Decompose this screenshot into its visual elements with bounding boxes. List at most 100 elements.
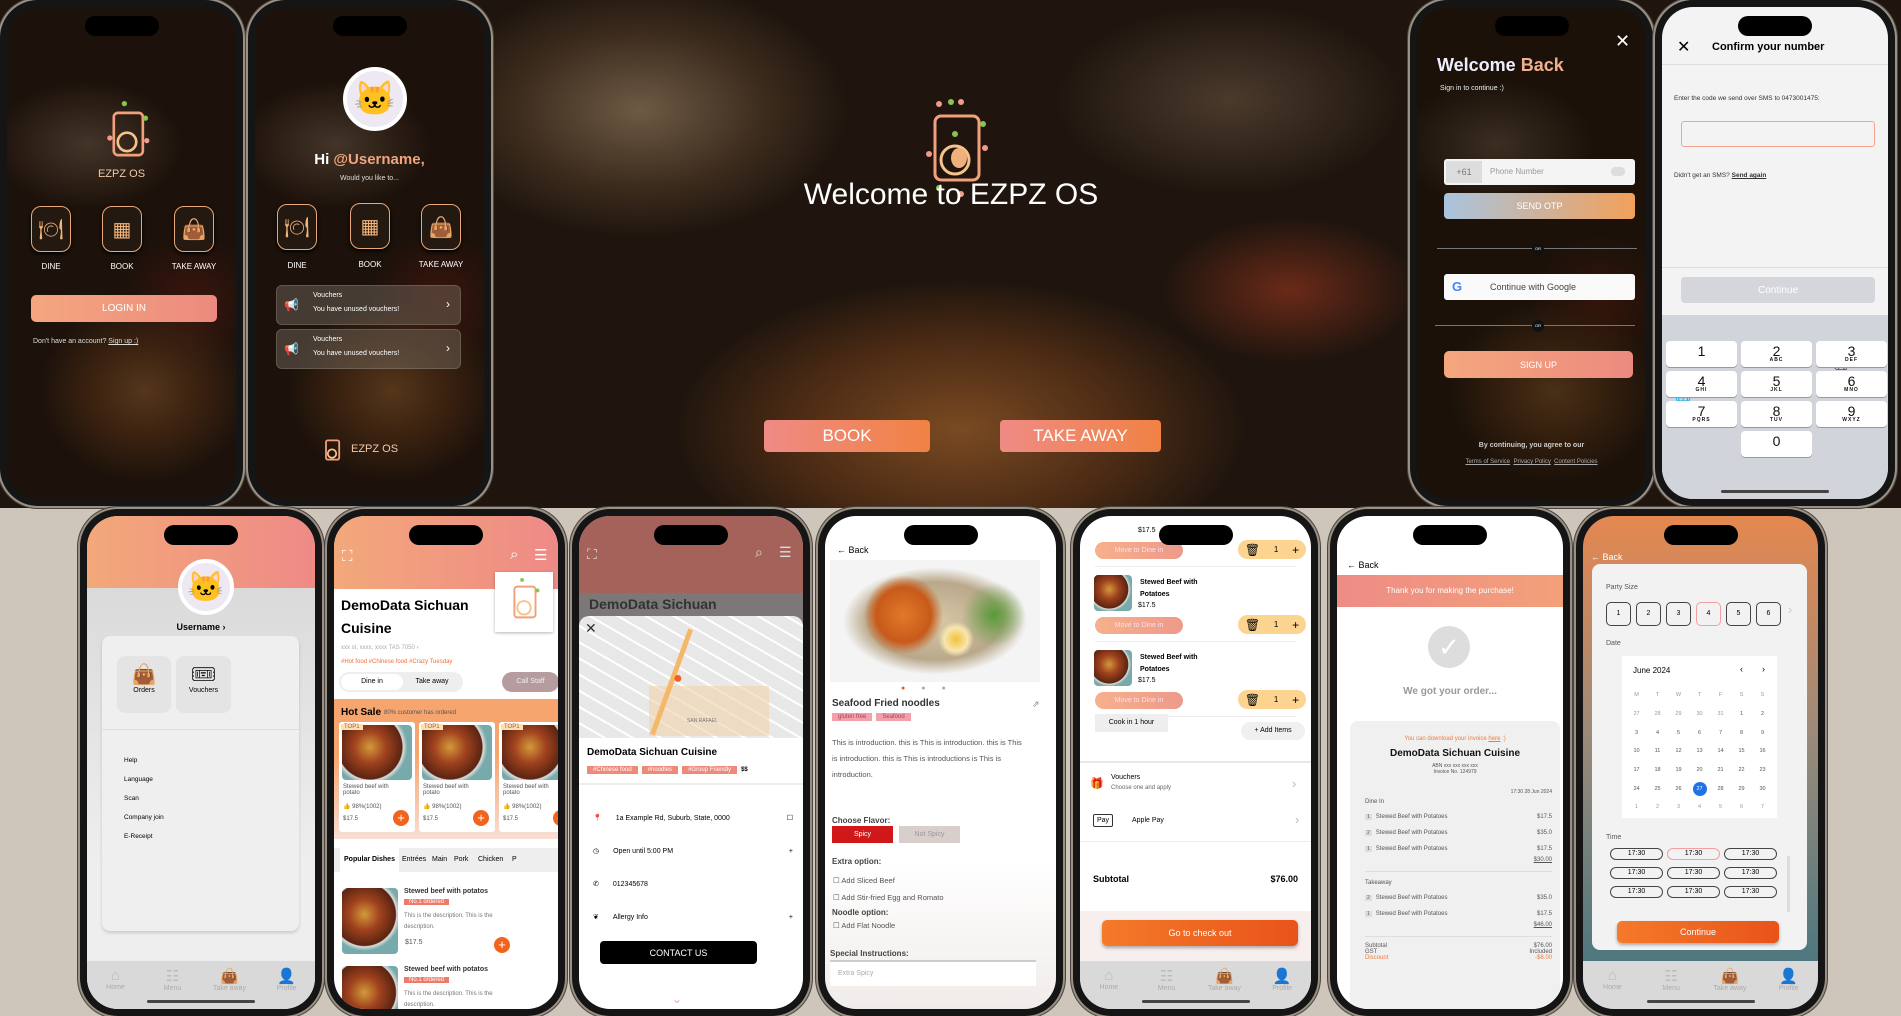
calendar-day[interactable]: 4 (1698, 804, 1701, 810)
time-slot[interactable]: 17:30 (1610, 848, 1663, 860)
chevron-down-icon[interactable]: ⌄ (672, 992, 682, 1006)
back-button[interactable]: ← Back (837, 545, 869, 555)
party-size-option[interactable]: 5 (1726, 602, 1751, 626)
orders-tile[interactable]: 👜 Orders (117, 656, 171, 713)
calendar-day[interactable]: 30 (1759, 786, 1765, 792)
search-icon[interactable]: ⌕ (510, 546, 518, 563)
calendar-day[interactable]: 21 (1717, 767, 1723, 773)
back-button[interactable]: ← Back (1347, 560, 1379, 570)
login-button[interactable]: LOGIN IN (31, 295, 217, 322)
calendar-day[interactable]: 13 (1696, 748, 1702, 754)
calendar-day[interactable]: 3 (1677, 804, 1680, 810)
checkbox-icon[interactable]: ☐ (833, 893, 840, 902)
next-month-icon[interactable]: › (1762, 664, 1765, 674)
calendar-day[interactable]: 14 (1717, 748, 1723, 754)
username-link[interactable]: Username › (87, 622, 315, 632)
dine-in-tab[interactable]: Dine in (341, 674, 403, 690)
time-slot[interactable]: 17:30 (1610, 867, 1663, 879)
dish-list-item[interactable]: Stewed beef with potatos No.1 ordered This… (334, 966, 558, 1009)
add-items-button[interactable]: + Add Items (1241, 722, 1305, 740)
flavor-spicy-button[interactable]: Spicy (832, 826, 893, 843)
time-slot[interactable]: 17:30 (1667, 848, 1720, 860)
sign-up-button[interactable]: SIGN UP (1444, 351, 1633, 378)
calendar-day[interactable]: 28 (1654, 711, 1660, 717)
keypad-key-1[interactable]: 1 (1666, 341, 1737, 367)
category-tab[interactable]: P (512, 848, 517, 872)
dine-icon[interactable]: 🍽 (277, 204, 317, 250)
close-icon[interactable]: ✕ (1677, 37, 1690, 57)
calendar-day[interactable]: 31 (1717, 711, 1723, 717)
tab-home[interactable]: ⌂ Home (1588, 967, 1636, 1009)
carousel-dots[interactable]: ●●● (901, 685, 962, 692)
move-to-dine-in-button[interactable]: Move to Dine in (1095, 617, 1183, 634)
time-slot[interactable]: 17:30 (1667, 867, 1720, 879)
checkout-button[interactable]: Go to check out (1102, 920, 1298, 946)
map-view[interactable]: ● SAN RAFAEL ✕ (579, 616, 803, 738)
category-tab[interactable]: Chicken (478, 848, 503, 872)
voucher-card[interactable]: 📢 Vouchers You have unused vouchers! › (276, 329, 461, 369)
share-icon[interactable]: ⇗ (1032, 699, 1040, 710)
send-otp-button[interactable]: SEND OTP (1444, 193, 1635, 219)
menu-item-help[interactable]: Help (124, 751, 164, 770)
calendar-day[interactable]: 1 (1635, 804, 1638, 810)
category-tab[interactable]: Main (432, 848, 447, 872)
content-policies-link[interactable]: Content Policies (1554, 459, 1597, 465)
category-tab[interactable]: Pork (454, 848, 468, 872)
contact-us-button[interactable]: CONTACT US (600, 941, 757, 964)
category-tab[interactable]: Entrées (402, 848, 426, 872)
calendar-day[interactable]: 28 (1717, 786, 1723, 792)
keypad-key-2[interactable]: 2 ABC (1741, 341, 1812, 367)
calendar-day[interactable]: 7 (1719, 730, 1722, 736)
menu-item-company-join[interactable]: Company join (124, 808, 164, 827)
calendar-day[interactable]: 12 (1675, 748, 1681, 754)
party-size-option[interactable]: 1 (1606, 602, 1631, 626)
calendar-day[interactable]: 5 (1719, 804, 1722, 810)
invoice-download-link[interactable]: here (1488, 736, 1500, 742)
extra-option-sliced-beef[interactable]: ☐ Add Sliced Beef (833, 872, 944, 889)
continue-button[interactable]: Continue (1681, 277, 1875, 303)
keypad-key-5[interactable]: 5 JKL (1741, 371, 1812, 397)
keypad-key-0[interactable]: 0 (1741, 431, 1812, 457)
calendar-day[interactable]: 23 (1759, 767, 1765, 773)
add-to-cart-button[interactable]: + (393, 810, 409, 826)
calendar-day[interactable]: 19 (1675, 767, 1681, 773)
time-slot[interactable]: 17:30 (1610, 886, 1663, 898)
calendar-day[interactable]: 2 (1656, 804, 1659, 810)
dish-list-item[interactable]: Stewed beef with potatos No.1 ordered This… (334, 888, 558, 960)
tab-profile[interactable]: 👤 Profile (1765, 967, 1813, 1009)
menu-item-e-receipt[interactable]: E-Receipt (124, 827, 164, 846)
calendar-day[interactable]: 9 (1761, 730, 1764, 736)
signup-link[interactable]: Sign up :) (108, 338, 138, 345)
close-icon[interactable]: ✕ (585, 620, 597, 637)
noodle-option-flat[interactable]: ☐ Add Flat Noodle (833, 921, 895, 930)
restaurant-address[interactable]: xxx st, xxxx, xxxx TAS 7050 › (341, 645, 418, 651)
trash-icon[interactable]: 🗑 (1245, 693, 1260, 707)
checkbox-icon[interactable]: ☐ (833, 921, 840, 930)
expand-plus-icon[interactable]: + (789, 835, 793, 868)
scan-icon[interactable]: ⛶ (342, 548, 353, 565)
calendar-day[interactable]: 26 (1675, 786, 1681, 792)
trash-icon[interactable]: 🗑 (1245, 543, 1260, 557)
calendar-day[interactable]: 10 (1633, 748, 1639, 754)
calendar-day[interactable]: 17 (1633, 767, 1639, 773)
calendar-day[interactable]: 25 (1654, 786, 1660, 792)
takeaway-bag-icon[interactable]: 👜 (174, 206, 214, 252)
calendar-day[interactable]: 29 (1675, 711, 1681, 717)
close-icon[interactable]: ✕ (1615, 31, 1630, 52)
add-to-cart-button[interactable]: + (494, 937, 510, 953)
call-staff-button[interactable]: Call Staff (502, 672, 558, 692)
add-to-cart-button[interactable]: + (553, 810, 558, 826)
voucher-card[interactable]: 📢 Vouchers You have unused vouchers! › (276, 285, 461, 325)
quantity-stepper[interactable]: 🗑 1 + (1238, 690, 1306, 709)
add-to-cart-button[interactable]: + (473, 810, 489, 826)
dine-icon[interactable]: 🍽 (31, 206, 71, 252)
hours-row[interactable]: ◷ Open until 5:00 PM + (593, 835, 793, 868)
tab-home[interactable]: ⌂ Home (1085, 967, 1133, 1009)
calendar-day[interactable]: 18 (1654, 767, 1660, 773)
party-size-option[interactable]: 4 (1696, 602, 1721, 626)
previous-month-icon[interactable]: ‹ (1740, 664, 1743, 674)
dish-photo[interactable] (830, 560, 1040, 682)
party-size-option[interactable]: 3 (1666, 602, 1691, 626)
allergy-row[interactable]: ❦ Allergy Info + (593, 901, 793, 934)
trash-icon[interactable]: 🗑 (1245, 618, 1260, 632)
